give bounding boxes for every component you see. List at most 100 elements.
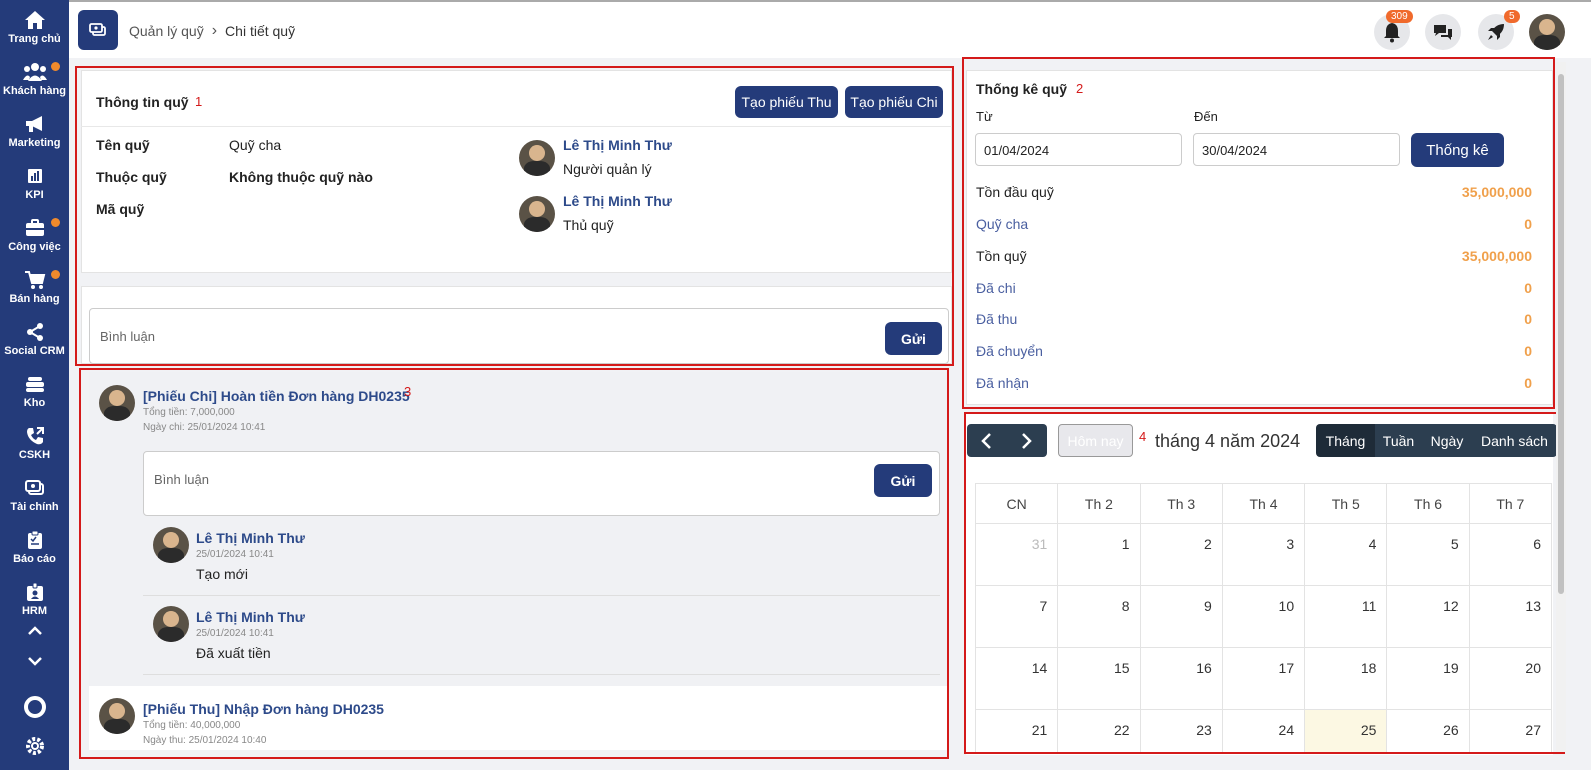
stat-label[interactable]: Quỹ cha — [976, 216, 1028, 236]
sidebar-item-social-crm[interactable]: Social CRM — [0, 322, 69, 357]
user-avatar[interactable] — [1529, 14, 1565, 50]
stat-label[interactable]: Đã chi — [976, 280, 1016, 300]
fund-name-value: Quỹ cha — [229, 137, 282, 153]
users-icon — [22, 63, 47, 81]
clipboard-icon — [27, 530, 42, 549]
calendar-day[interactable]: 23 — [1139, 709, 1223, 753]
calendar-day[interactable]: 19 — [1386, 647, 1470, 710]
breadcrumb-parent[interactable]: Quản lý quỹ — [129, 23, 204, 39]
calendar-day[interactable]: 15 — [1057, 647, 1141, 710]
divider — [143, 674, 940, 675]
calendar-day[interactable]: 11 — [1304, 585, 1388, 648]
calendar-day[interactable]: 2 — [1139, 523, 1223, 586]
sidebar-item-kpi[interactable]: KPI — [0, 166, 69, 201]
calendar-day[interactable]: 18 — [1304, 647, 1388, 710]
from-date-input[interactable]: 01/04/2024 — [975, 133, 1182, 166]
section-marker: 3 — [404, 384, 412, 399]
calendar-day[interactable]: 16 — [1139, 647, 1223, 710]
fund-home-button[interactable] — [78, 10, 118, 50]
sidebar-item-home[interactable]: Trang chủ — [0, 10, 69, 45]
calendar-day[interactable]: 9 — [1139, 585, 1223, 648]
calendar-week: 21 22 23 24 25 26 27 — [975, 709, 1552, 753]
calendar-prev-button[interactable] — [975, 430, 1001, 452]
view-list-button[interactable]: Danh sách — [1472, 424, 1557, 457]
send-comment-button[interactable]: Gửi — [885, 322, 942, 355]
calendar-day[interactable]: 10 — [1221, 585, 1306, 648]
calendar-day[interactable]: 26 — [1386, 709, 1470, 753]
calendar-day[interactable]: 20 — [1468, 647, 1552, 710]
sidebar-item-customers[interactable]: Khách hàng — [0, 62, 69, 97]
calendar-grid: CN Th 2 Th 3 Th 4 Th 5 Th 6 Th 7 31 1 2 … — [975, 483, 1552, 753]
calendar-day[interactable]: 14 — [975, 647, 1059, 710]
comment-input[interactable]: Bình luận — [89, 308, 949, 364]
activity-title[interactable]: [Phiếu Thu] Nhập Đơn hàng DH0235 — [143, 701, 384, 717]
stat-row: Tồn quỹ 35,000,000 — [976, 248, 1532, 268]
calendar-day[interactable]: 12 — [1386, 585, 1470, 648]
activity-date: Ngày thu: 25/01/2024 10:40 — [143, 735, 267, 746]
calendar-today-button[interactable]: Hôm nay — [1058, 424, 1133, 457]
activity-total: Tổng tiền: 7,000,000 — [143, 407, 235, 418]
sidebar-item-label: KPI — [25, 189, 44, 201]
sidebar-item-tasks[interactable]: Công việc — [0, 218, 69, 253]
stat-label[interactable]: Đã nhận — [976, 375, 1029, 395]
calendar-day[interactable]: 27 — [1468, 709, 1552, 753]
view-week-button[interactable]: Tuần — [1375, 424, 1422, 457]
calendar-day[interactable]: 6 — [1468, 523, 1552, 586]
manager-name[interactable]: Lê Thị Minh Thư — [563, 137, 672, 153]
sidebar-item-reports[interactable]: Báo cáo — [0, 530, 69, 565]
stat-label: Tồn đầu quỹ — [976, 184, 1054, 200]
sidebar-item-finance[interactable]: Tài chính — [0, 478, 69, 513]
sidebar-item-hrm[interactable]: HRM — [0, 582, 69, 617]
calendar-day[interactable]: 17 — [1221, 647, 1306, 710]
sidebar-item-marketing[interactable]: Marketing — [0, 114, 69, 149]
scrollbar-thumb[interactable] — [1558, 74, 1564, 594]
calendar-day[interactable]: 13 — [1468, 585, 1552, 648]
calendar-next-button[interactable] — [1014, 430, 1040, 452]
log-text: Đã xuất tiền — [196, 645, 271, 661]
sidebar-item-sales[interactable]: Bán hàng — [0, 270, 69, 305]
calendar-day[interactable]: 7 — [975, 585, 1059, 648]
activity-send-button[interactable]: Gửi — [874, 464, 932, 497]
calendar-day-today[interactable]: 25 — [1304, 709, 1388, 753]
sidebar-scroll-up[interactable] — [0, 624, 69, 641]
create-payment-button[interactable]: Tạo phiếu Chi — [845, 86, 943, 118]
sidebar-item-label: CSKH — [18, 449, 51, 461]
fund-code-label: Mã quỹ — [96, 201, 145, 217]
messages-button[interactable] — [1425, 14, 1461, 50]
calendar-day[interactable]: 8 — [1057, 585, 1141, 648]
calendar-day[interactable]: 4 — [1304, 523, 1388, 586]
notifications-button[interactable]: 309 — [1374, 10, 1413, 50]
settings-button[interactable] — [0, 736, 69, 759]
to-date-input[interactable]: 30/04/2024 — [1193, 133, 1400, 166]
run-stats-button[interactable]: Thống kê — [1411, 133, 1504, 167]
create-receipt-button[interactable]: Tạo phiếu Thu — [735, 86, 838, 118]
rocket-button[interactable]: 5 — [1478, 10, 1520, 50]
stat-label[interactable]: Đã thu — [976, 311, 1017, 331]
page-scrollbar[interactable] — [1556, 62, 1566, 752]
divider — [143, 595, 940, 596]
sidebar-item-cskh[interactable]: CSKH — [0, 426, 69, 461]
calendar-day[interactable]: 1 — [1057, 523, 1141, 586]
id-badge-icon — [26, 582, 43, 601]
log-avatar — [153, 606, 189, 642]
manager-role: Người quản lý — [563, 161, 652, 177]
activity-comment-input[interactable]: Bình luận — [143, 451, 940, 516]
calendar-day[interactable]: 3 — [1221, 523, 1306, 586]
activity-title[interactable]: [Phiếu Chi] Hoàn tiền Đơn hàng DH0235 — [143, 388, 410, 404]
sidebar-scroll-down[interactable] — [0, 654, 69, 671]
cashier-name[interactable]: Lê Thị Minh Thư — [563, 193, 672, 209]
support-button[interactable] — [0, 696, 69, 721]
calendar-day[interactable]: 21 — [975, 709, 1059, 753]
calendar-day[interactable]: 31 — [975, 523, 1059, 586]
calendar-day[interactable]: 22 — [1057, 709, 1141, 753]
stat-label[interactable]: Đã chuyển — [976, 343, 1043, 363]
sidebar-item-warehouse[interactable]: Kho — [0, 374, 69, 409]
calendar-day[interactable]: 5 — [1386, 523, 1470, 586]
log-name[interactable]: Lê Thị Minh Thư — [196, 530, 305, 546]
chevron-left-icon — [981, 433, 991, 449]
log-name[interactable]: Lê Thị Minh Thư — [196, 609, 305, 625]
view-month-button[interactable]: Tháng — [1316, 424, 1375, 457]
log-avatar — [153, 527, 189, 563]
view-day-button[interactable]: Ngày — [1422, 424, 1472, 457]
calendar-day[interactable]: 24 — [1221, 709, 1306, 753]
